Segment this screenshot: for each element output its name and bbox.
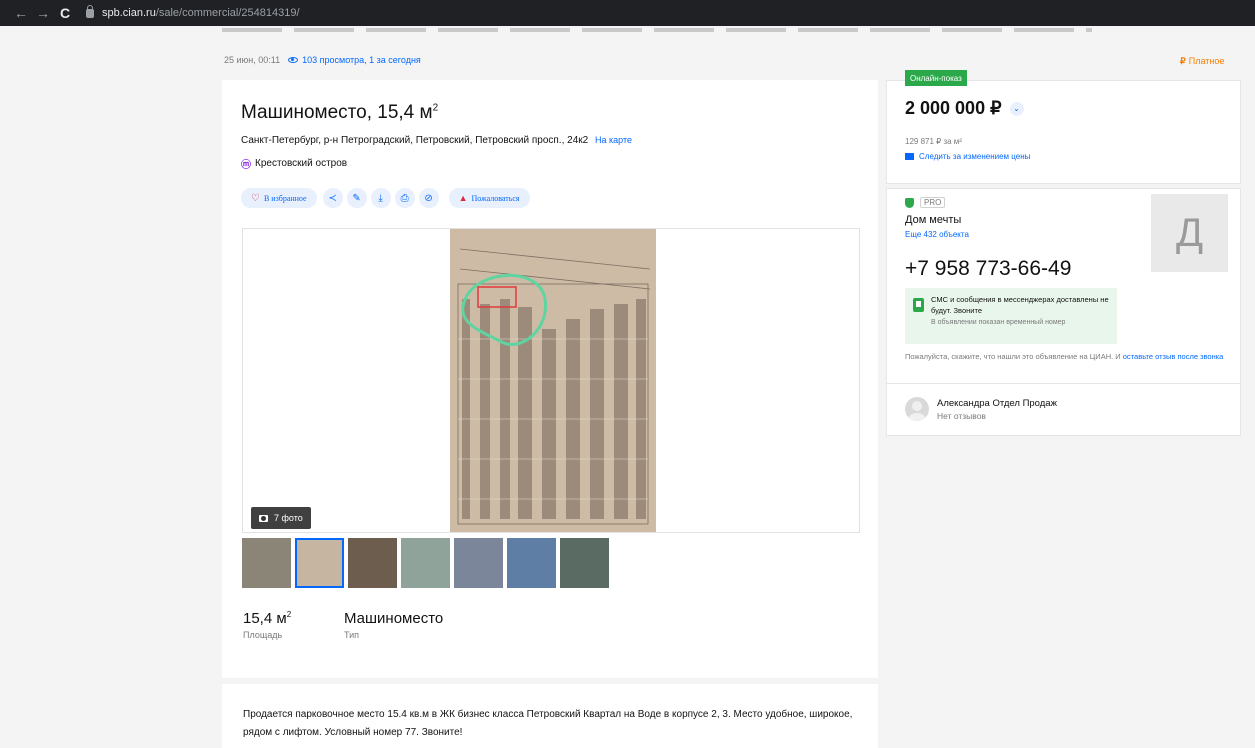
price-value: 2 000 000 ₽ (905, 98, 1002, 118)
spec-area-sup: 2 (286, 610, 292, 619)
action-bar: ♡ В избранное ≺ ✎ ⤓ ⎙ ⊘ ▲ Пожаловаться (241, 188, 536, 208)
leave-review-link[interactable]: оставьте отзыв после звонка (1123, 352, 1224, 361)
address-text: Санкт-Петербург, р-н Петроградский, Петр… (241, 135, 589, 146)
ask-mention: Пожалуйста, скажите, что нашли это объяв… (905, 351, 1235, 363)
breadcrumb (0, 26, 1255, 38)
listing-meta: 25 июн, 00:11 103 просмотра, 1 за сегодн… (224, 55, 421, 65)
favorite-label: В избранное (263, 193, 307, 203)
complain-label: Пожаловаться (471, 193, 520, 203)
thumbnail-strip (242, 538, 613, 588)
lock-icon (86, 4, 94, 18)
track-price-link[interactable]: Следить за изменением цены (905, 152, 1030, 161)
notice-subtitle: В объявлении показан временный номер (931, 319, 1066, 326)
thumbnail[interactable] (242, 538, 291, 588)
spec-type-label: Тип (344, 630, 360, 640)
share-button[interactable]: ≺ (322, 188, 343, 208)
back-button[interactable]: ← (10, 5, 32, 21)
favorite-button[interactable]: ♡ В избранное (241, 188, 317, 208)
title-text: Машиноместо, 15,4 м (241, 102, 433, 123)
price-card: 2 000 000 ₽ ⌄ 129 871 ₽ за м² Следить за… (886, 80, 1241, 184)
avatar[interactable] (905, 397, 929, 421)
heart-icon: ♡ (251, 192, 260, 204)
paid-badge: ₽ Платное (1180, 56, 1224, 67)
agent-card: PRO Дом мечты Еще 432 объекта Д +7 958 7… (886, 188, 1241, 436)
shield-icon (905, 197, 914, 208)
photo-count-badge[interactable]: 7 фото (251, 507, 311, 529)
thumbnail[interactable] (295, 538, 344, 588)
contact-person-name[interactable]: Александра Отдел Продаж (937, 398, 1057, 409)
address-bar[interactable]: spb.cian.ru /sale/commercial/254814319/ (86, 4, 300, 19)
spec-value: 15,4 м2 (243, 610, 291, 627)
divider (887, 383, 1240, 384)
publish-date: 25 июн, 00:11 (224, 55, 281, 65)
pro-badge: PRO (905, 197, 946, 208)
note-button[interactable]: ✎ (346, 188, 367, 208)
reload-button[interactable]: C (54, 5, 76, 21)
pro-label: PRO (920, 197, 946, 208)
online-showing-badge: Онлайн-показ (905, 70, 967, 86)
eye-icon (288, 57, 299, 63)
paid-label: Платное (1188, 56, 1225, 66)
thumbnail[interactable] (454, 538, 503, 588)
notice-title: СМС и сообщения в мессенджерах доставлен… (931, 295, 1109, 315)
spec-area-value: 15,4 м (243, 610, 287, 627)
reviews-status: Нет отзывов (937, 411, 986, 421)
views-count: 103 просмотра, 1 за сегодня (302, 55, 421, 65)
page-title: Машиноместо, 15,4 м2 (241, 102, 438, 124)
download-button[interactable]: ⤓ (370, 188, 391, 208)
print-button[interactable]: ⎙ (394, 188, 415, 208)
metro-station[interactable]: ⓜ Крестовский остров (241, 156, 347, 171)
metro-name: Крестовский остров (255, 158, 348, 169)
print-icon: ⎙ (400, 192, 409, 204)
warning-icon: ▲ (458, 193, 468, 203)
agency-name[interactable]: Дом мечты (905, 214, 961, 226)
price: 2 000 000 ₽ ⌄ (905, 98, 1024, 119)
floor-plan-image (450, 229, 656, 532)
thumbnail[interactable] (507, 538, 556, 588)
photo-count-label: 7 фото (274, 513, 303, 523)
phone-icon (913, 298, 924, 312)
chevron-down-icon[interactable]: ⌄ (1009, 101, 1024, 116)
hide-button[interactable]: ⊘ (418, 188, 439, 208)
complain-button[interactable]: ▲ Пожаловаться (448, 188, 530, 208)
url-path: /sale/commercial/254814319/ (155, 7, 300, 19)
metro-icon: ⓜ (241, 160, 251, 171)
url-host: spb.cian.ru (102, 7, 156, 19)
spec-type: Машиноместо Тип (344, 610, 443, 640)
spec-area: 15,4 м2 Площадь (243, 610, 291, 640)
forward-button[interactable]: → (32, 5, 54, 21)
address: Санкт-Петербург, р-н Петроградский, Петр… (241, 135, 632, 146)
thumbnail[interactable] (401, 538, 450, 588)
thumbnail[interactable] (560, 538, 609, 588)
camera-icon (259, 514, 268, 522)
spec-label: Площадь (243, 630, 283, 640)
share-icon: ≺ (328, 192, 337, 204)
map-link[interactable]: На карте (595, 135, 632, 145)
pencil-icon: ✎ (352, 192, 361, 204)
views-link[interactable]: 103 просмотра, 1 за сегодня (288, 55, 421, 65)
hide-icon: ⊘ (424, 192, 433, 204)
download-icon: ⤓ (378, 192, 383, 204)
price-per-meter: 129 871 ₽ за м² (905, 137, 962, 146)
sms-notice: СМС и сообщения в мессенджерах доставлен… (905, 288, 1117, 344)
description-card: Продается парковочное место 15.4 кв.м в … (222, 684, 878, 748)
phone-number[interactable]: +7 958 773-66-49 (905, 257, 1071, 281)
ask-text: Пожалуйста, скажите, что нашли это объяв… (905, 352, 1121, 361)
more-objects-link[interactable]: Еще 432 объекта (905, 230, 969, 239)
track-price-label: Следить за изменением цены (919, 152, 1031, 161)
mail-icon (905, 153, 914, 160)
ruble-icon: ₽ (1180, 56, 1186, 66)
title-sup: 2 (432, 102, 439, 114)
browser-toolbar: ← → C spb.cian.ru /sale/commercial/25481… (0, 0, 1255, 26)
listing-card: Машиноместо, 15,4 м2 Санкт-Петербург, р-… (222, 80, 878, 678)
thumbnail[interactable] (348, 538, 397, 588)
agency-avatar[interactable]: Д (1151, 194, 1228, 272)
spec-type-value: Машиноместо (344, 610, 444, 627)
main-photo[interactable] (450, 229, 656, 532)
photo-gallery[interactable]: 7 фото (242, 228, 860, 533)
description-text: Продается парковочное место 15.4 кв.м в … (243, 709, 853, 738)
